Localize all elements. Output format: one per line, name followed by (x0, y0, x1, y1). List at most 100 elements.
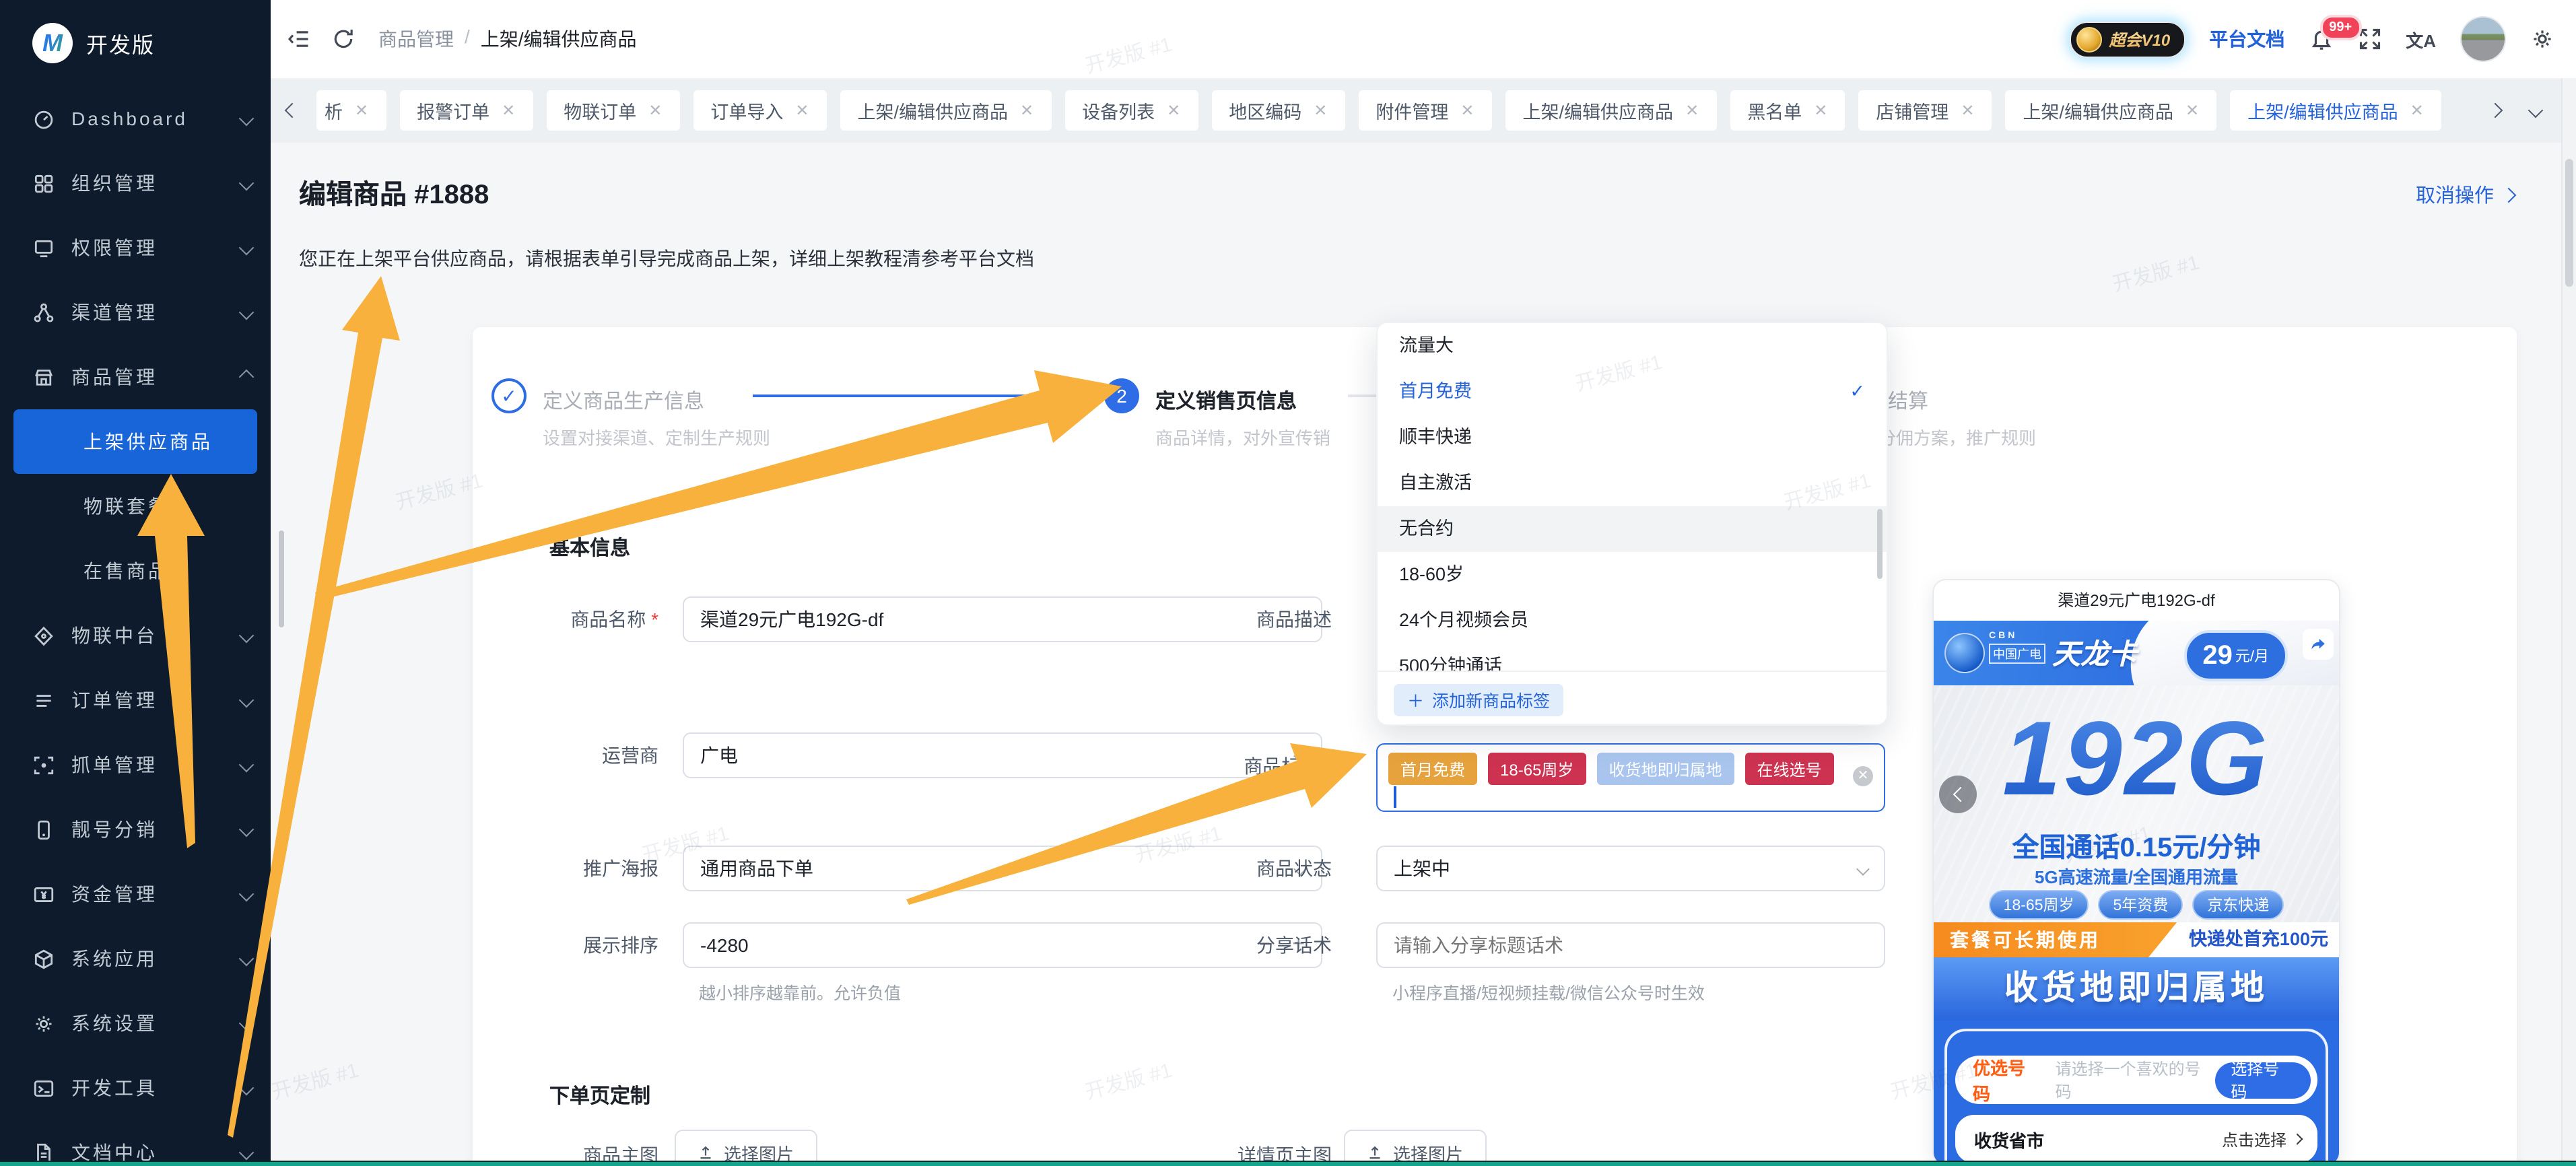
share-text-input[interactable] (1376, 922, 1885, 968)
tab-item[interactable]: 上架/编辑供应商品✕ (840, 90, 1052, 131)
sidebar-item-number-distribution[interactable]: 靓号分销 (0, 797, 271, 862)
tabs-scroll-left-icon[interactable] (285, 103, 300, 118)
sidebar-item-iot-platform[interactable]: 物联中台 (0, 603, 271, 668)
close-icon[interactable]: ✕ (1020, 101, 1033, 120)
close-icon[interactable]: ✕ (1460, 101, 1474, 120)
sidebar-item-grab-orders[interactable]: 抓单管理 (0, 732, 271, 797)
sidebar-item-permission[interactable]: 权限管理 (0, 215, 271, 280)
logo-text: 开发版 (86, 27, 155, 59)
close-icon[interactable]: ✕ (1814, 101, 1827, 120)
sidebar-item-system-settings[interactable]: 系统设置 (0, 991, 271, 1056)
tab-item[interactable]: 黑名单✕ (1730, 90, 1845, 131)
page-title: 编辑商品 #1888 (299, 172, 489, 211)
add-new-tag-button[interactable]: ＋添加新商品标签 (1394, 683, 1563, 716)
breadcrumb-section[interactable]: 商品管理 (378, 26, 454, 53)
dropdown-scrollbar-thumb[interactable] (1877, 509, 1883, 579)
sidebar-item-system-apps[interactable]: 系统应用 (0, 926, 271, 991)
logo-icon: M (32, 23, 73, 63)
chevron-down-icon (239, 240, 255, 256)
preview-call-rate: 全国通话0.15元/分钟 (1934, 825, 2339, 864)
tab-item[interactable]: 报警订单✕ (399, 90, 533, 131)
share-icon[interactable] (2303, 629, 2334, 660)
tabs-menu-icon[interactable] (2528, 103, 2544, 118)
clear-tags-icon[interactable]: ✕ (1853, 766, 1873, 786)
dropdown-option-selected[interactable]: 首月免费✓ (1378, 369, 1887, 415)
window-scrollbar[interactable] (2561, 78, 2576, 1166)
chevron-down-icon (239, 693, 255, 708)
sidebar-item-listed-supply-product[interactable]: 上架供应商品 (13, 409, 257, 474)
avatar[interactable] (2460, 16, 2506, 62)
preview-city-row[interactable]: 收货省市 点击选择 (1955, 1115, 2317, 1163)
dropdown-option-hovered[interactable]: 无合约 (1378, 506, 1887, 552)
tab-item[interactable]: 物联订单✕ (546, 90, 679, 131)
close-icon[interactable]: ✕ (1167, 101, 1180, 120)
notifications-button[interactable]: 99+ (2309, 27, 2333, 51)
sidebar-item-product[interactable]: 商品管理 (0, 345, 271, 409)
tab-item[interactable]: 设备列表✕ (1064, 90, 1198, 131)
tag-item[interactable]: 收货地即归属地 (1596, 753, 1734, 785)
sidebar-item-orders[interactable]: 订单管理 (0, 668, 271, 732)
dropdown-option[interactable]: 顺丰快递 (1378, 415, 1887, 460)
tag-item[interactable]: 18-65周岁 (1488, 753, 1586, 785)
content-scrollbar-thumb[interactable] (279, 530, 284, 627)
breadcrumb-current: 上架/编辑供应商品 (481, 26, 637, 53)
product-tags-input[interactable]: 首月免费 18-65周岁收货地即归属地在线选号 ✕ (1376, 743, 1885, 812)
sidebar-item-funds[interactable]: 资金管理 (0, 862, 271, 926)
close-icon[interactable]: ✕ (1685, 101, 1699, 120)
close-icon[interactable]: ✕ (795, 101, 809, 120)
sidebar-item-dashboard[interactable]: Dashboard (0, 86, 271, 151)
dropdown-option[interactable]: 自主激活 (1378, 460, 1887, 506)
close-icon[interactable]: ✕ (2185, 101, 2199, 120)
tab-item-active[interactable]: 上架/编辑供应商品✕ (2230, 90, 2441, 131)
close-icon[interactable]: ✕ (2410, 101, 2424, 120)
preview-banner-left: 套餐可长期使用 (1950, 922, 2101, 957)
close-icon[interactable]: ✕ (648, 101, 662, 120)
refresh-icon[interactable] (331, 27, 355, 51)
tab-item[interactable]: 上架/编辑供应商品✕ (1505, 90, 1717, 131)
cancel-action-link[interactable]: 取消操作 (2416, 180, 2514, 209)
sidebar-item-org[interactable]: 组织管理 (0, 151, 271, 215)
sidebar-item-iot-package[interactable]: 物联套餐 (0, 474, 271, 539)
chevron-down-icon (239, 111, 255, 127)
preview-number-row[interactable]: 优选号码 请选择一个喜欢的号码 选择号码 (1955, 1056, 2317, 1104)
display-sort-hint: 越小排序越靠前。允许负值 (699, 979, 901, 1004)
close-icon[interactable]: ✕ (502, 101, 515, 120)
window-scrollbar-thumb[interactable] (2565, 159, 2573, 287)
tag-item[interactable]: 在线选号 (1744, 753, 1833, 785)
app-logo[interactable]: M 开发版 (0, 0, 271, 86)
settings-gear-icon[interactable] (2530, 27, 2554, 51)
preview-pill: 5年资费 (2099, 890, 2183, 920)
dropdown-option[interactable]: 流量大 (1378, 323, 1887, 369)
dropdown-option[interactable]: 500分钟通话 (1378, 644, 1887, 671)
dashboard-icon (32, 107, 55, 130)
tab-item[interactable]: 析✕ (316, 90, 386, 131)
dropdown-option[interactable]: 18-60岁 (1378, 552, 1887, 598)
tab-item[interactable]: 店铺管理✕ (1858, 90, 1992, 131)
tab-item[interactable]: 上架/编辑供应商品✕ (2005, 90, 2216, 131)
preview-card-name: 天龙卡 (2052, 633, 2137, 673)
vip-badge[interactable]: 超会V10 (2070, 21, 2185, 57)
tab-item[interactable]: 地区编码✕ (1211, 90, 1345, 131)
sidebar-item-onsale-product[interactable]: 在售商品中 (0, 539, 271, 603)
section-basic-info: 基本信息 (549, 533, 630, 561)
tab-item[interactable]: 附件管理✕ (1358, 90, 1491, 131)
box-icon (32, 947, 55, 970)
preview-top-band: CBN 中国广电 天龙卡 29元/月 (1934, 621, 2339, 685)
close-icon[interactable]: ✕ (1961, 101, 1974, 120)
sidebar-item-doc-center[interactable]: 文档中心 (0, 1120, 271, 1166)
sidebar-item-channel[interactable]: 渠道管理 (0, 280, 271, 345)
tab-item[interactable]: 订单导入✕ (693, 90, 826, 131)
sidebar-item-dev-tools[interactable]: 开发工具 (0, 1056, 271, 1120)
close-icon[interactable]: ✕ (355, 101, 368, 120)
collapse-sidebar-icon[interactable] (287, 27, 311, 51)
tag-item[interactable]: 首月免费 (1388, 753, 1477, 785)
tabs-scroll-right-icon[interactable] (2488, 103, 2503, 118)
dropdown-option[interactable]: 24个月视频会员 (1378, 598, 1887, 644)
translate-icon[interactable]: 文A (2406, 26, 2436, 52)
product-status-select[interactable]: 上架中 (1376, 846, 1885, 891)
preview-prev-image-button[interactable] (1939, 776, 1977, 813)
pick-number-button[interactable]: 选择号码 (2214, 1062, 2311, 1098)
step2-subtitle: 商品详情，对外宣传销 (1155, 424, 1330, 450)
platform-docs-link[interactable]: 平台文档 (2209, 26, 2284, 53)
close-icon[interactable]: ✕ (1314, 101, 1327, 120)
